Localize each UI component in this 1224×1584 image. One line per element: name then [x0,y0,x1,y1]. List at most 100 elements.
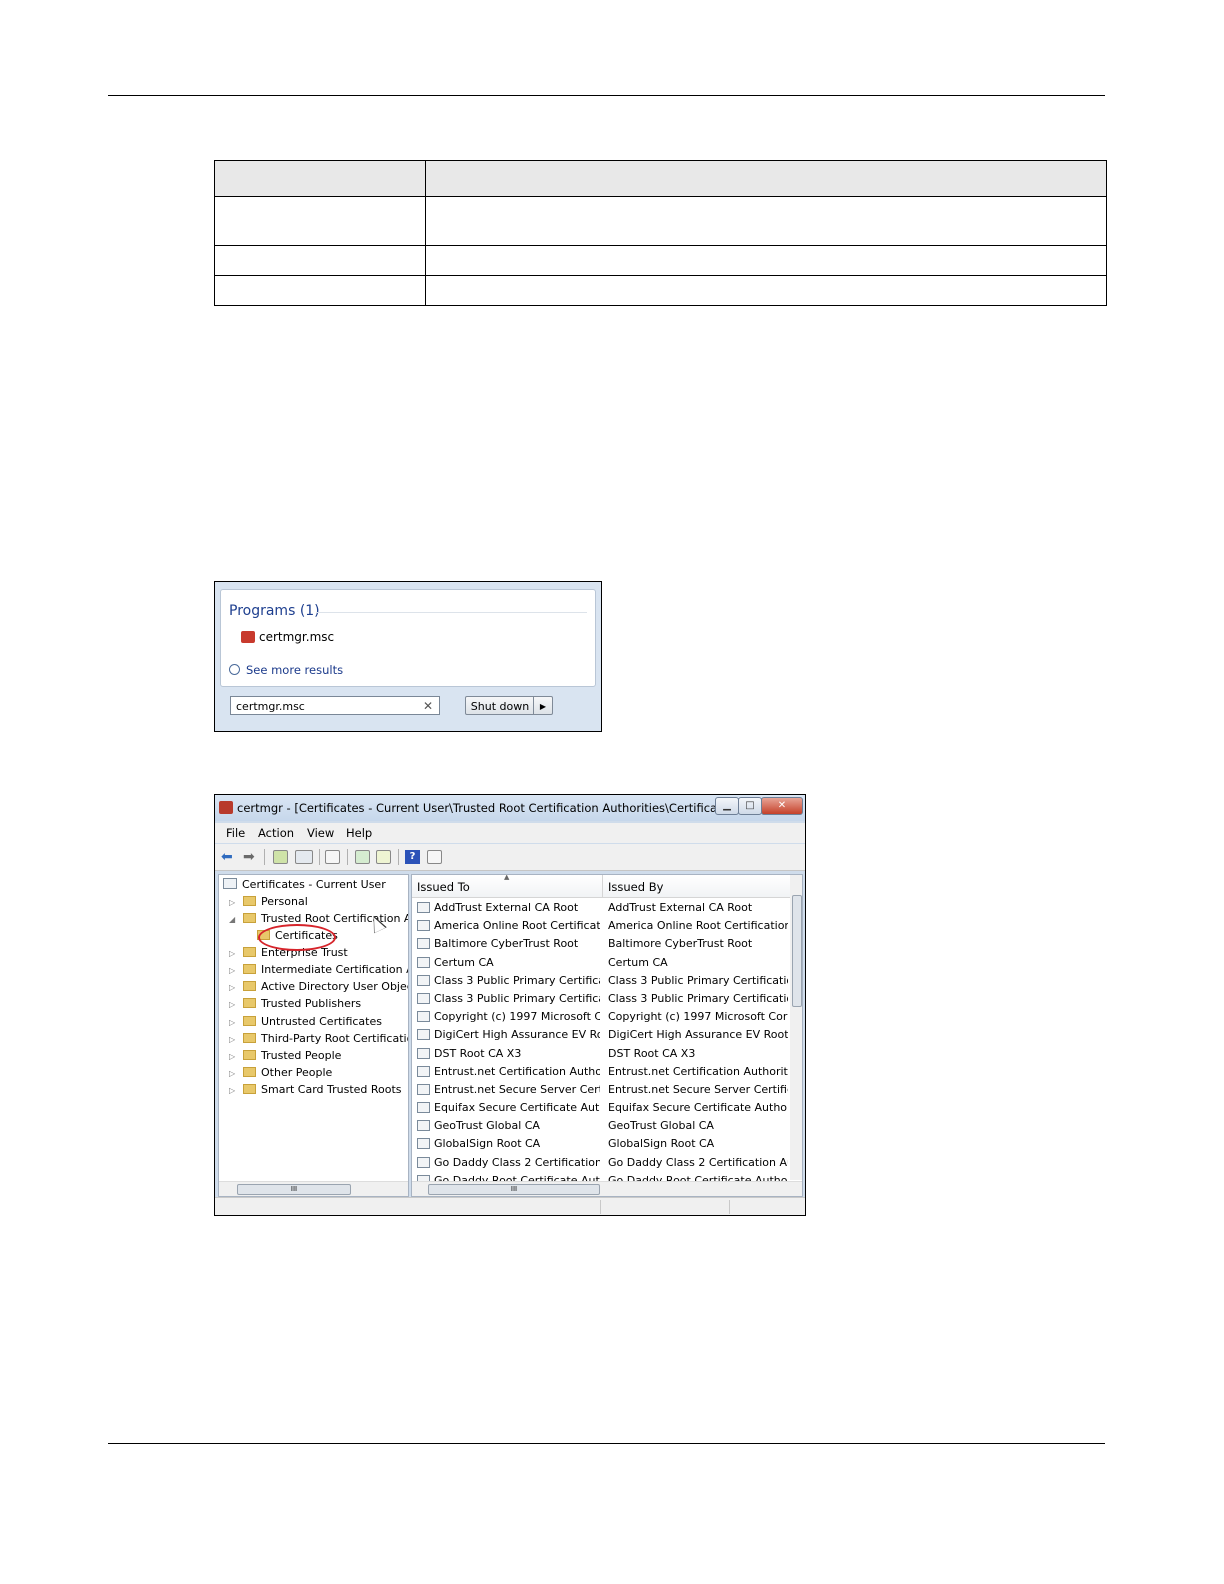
expand-arrow-icon[interactable]: ▷ [229,966,239,975]
expand-arrow-icon[interactable]: ▷ [229,1069,239,1078]
menu-action[interactable]: Action [258,826,294,840]
issued-by-cell: Class 3 Public Primary Certificatio... [608,973,788,987]
column-issued-to[interactable]: Issued To [417,880,470,894]
status-bar [215,1197,805,1215]
tree-node-other-people[interactable]: ▷ Other People [229,1066,332,1079]
clear-icon[interactable]: ✕ [423,697,433,716]
forward-arrow-icon[interactable]: ➡ [243,850,258,864]
expand-arrow-icon[interactable]: ▷ [229,898,239,907]
table-cell [425,245,1107,276]
properties-icon[interactable] [427,850,442,864]
highlight-circle [258,924,336,951]
menu-file[interactable]: File [226,826,245,840]
list-horizontal-scrollbar[interactable]: III [412,1181,802,1196]
certmgr-icon [241,631,255,643]
folder-icon [243,913,256,923]
certificate-icon [417,938,430,950]
issued-to-cell: GlobalSign Root CA [434,1137,541,1151]
tree-horizontal-scrollbar[interactable]: III [219,1181,408,1196]
column-issued-by[interactable]: Issued By [608,880,663,894]
list-item[interactable]: Entrust.net Certification Author... Entru… [412,1063,790,1081]
list-item[interactable]: AddTrust External CA Root AddTrust Extern… [412,899,790,917]
tree-node-label: Other People [261,1066,333,1079]
table-cell [214,275,426,306]
show-hide-tree-icon[interactable] [295,850,313,864]
certificate-icon [417,1120,430,1132]
list-item[interactable]: GlobalSign Root CA GlobalSign Root CA [412,1135,790,1153]
chevron-right-icon[interactable]: ▶ [533,697,552,714]
certificate-icon [417,1029,430,1041]
list-item[interactable]: Equifax Secure Certificate Auth... Equifa… [412,1099,790,1117]
scroll-thumb[interactable]: III [237,1184,351,1195]
issued-by-cell: Certum CA [608,955,668,969]
list-item[interactable]: Certum CA Certum CA [412,954,790,972]
shut-down-button[interactable]: Shut down ▶ [465,696,553,715]
list-item[interactable]: Class 3 Public Primary Certificat... Clas… [412,990,790,1008]
issued-to-cell: AddTrust External CA Root [434,901,579,914]
expand-arrow-icon[interactable]: ▷ [229,1018,239,1027]
tree-root[interactable]: Certificates - Current User [223,878,386,891]
list-item[interactable]: Entrust.net Secure Server Certifi... Entr… [412,1081,790,1099]
program-result-label: certmgr.msc [259,630,335,644]
expand-arrow-icon[interactable]: ▷ [229,1052,239,1061]
tree-node-trusted-publishers[interactable]: ▷ Trusted Publishers [229,997,361,1010]
toolbar-separator [319,849,320,865]
table-cell [214,196,426,246]
list-item[interactable]: Copyright (c) 1997 Microsoft C... Copyrig… [412,1008,790,1026]
help-icon[interactable]: ? [405,850,420,864]
list-item[interactable]: DigiCert High Assurance EV Ro... DigiCert… [412,1026,790,1044]
tree-node-third-party[interactable]: ▷ Third-Party Root Certificatior [229,1032,408,1045]
tree-node-untrusted[interactable]: ▷ Untrusted Certificates [229,1015,382,1028]
expand-arrow-icon[interactable]: ▷ [229,949,239,958]
folder-icon [243,896,256,906]
see-more-results-link[interactable]: See more results [229,663,343,677]
expand-arrow-icon[interactable]: ▷ [229,983,239,992]
refresh-icon[interactable] [355,850,370,864]
menu-view[interactable]: View [307,826,334,840]
title-bar[interactable]: certmgr - [Certificates - Current User\T… [215,795,805,821]
search-icon [229,664,240,675]
column-divider[interactable] [602,875,603,897]
scroll-thumb[interactable]: III [428,1184,600,1195]
back-arrow-icon[interactable]: ⬅ [221,850,236,864]
status-divider [600,1200,601,1214]
issued-by-cell: AddTrust External CA Root [608,901,753,914]
issued-by-cell: GeoTrust Global CA [608,1119,714,1133]
issued-by-cell: Baltimore CyberTrust Root [608,937,753,951]
program-result[interactable]: certmgr.msc [241,630,334,644]
tree-node-smart-card[interactable]: ▷ Smart Card Trusted Roots [229,1083,402,1096]
folder-icon [243,998,256,1008]
list-vertical-scrollbar[interactable] [790,875,802,1180]
clipboard-icon[interactable] [325,850,340,864]
maximize-button[interactable]: □ [738,797,762,815]
certmgr-app-icon [219,801,233,814]
toolbar: ⬅ ➡ ? [215,844,805,871]
menu-help[interactable]: Help [346,826,372,840]
expand-arrow-icon[interactable]: ▷ [229,1000,239,1009]
folder-icon [243,1016,256,1026]
up-folder-icon[interactable] [273,850,288,864]
start-menu-screenshot: Programs (1) certmgr.msc See more result… [214,581,602,732]
export-list-icon[interactable] [376,850,391,864]
scroll-thumb[interactable] [792,895,802,1007]
list-item[interactable]: GeoTrust Global CA GeoTrust Global CA [412,1117,790,1135]
see-more-label: See more results [246,663,344,677]
start-search-input[interactable]: certmgr.msc ✕ [230,696,440,715]
minimize-button[interactable]: ▁ [715,797,739,815]
list-item[interactable]: Class 3 Public Primary Certificat... Clas… [412,972,790,990]
list-item[interactable]: Go Daddy Class 2 Certification ... Go Dad… [412,1154,790,1172]
issued-to-cell: DST Root CA X3 [434,1046,522,1060]
list-item[interactable]: DST Root CA X3 DST Root CA X3 [412,1045,790,1063]
expand-arrow-icon[interactable]: ▷ [229,1086,239,1095]
close-button[interactable]: ✕ [761,797,803,815]
tree-node-personal[interactable]: ▷ Personal [229,895,308,908]
collapse-arrow-icon[interactable]: ◢ [229,915,239,924]
tree-node-active-directory[interactable]: ▷ Active Directory User Object [229,980,408,993]
list-item[interactable]: America Online Root Certificati... Americ… [412,917,790,935]
certificate-icon [417,1138,430,1150]
expand-arrow-icon[interactable]: ▷ [229,1035,239,1044]
tree-pane: Certificates - Current User ▷ Personal ◢ T… [218,874,409,1197]
list-item[interactable]: Baltimore CyberTrust Root Baltimore Cyber… [412,935,790,953]
tree-node-intermediate[interactable]: ▷ Intermediate Certification Au [229,963,408,976]
tree-node-trusted-people[interactable]: ▷ Trusted People [229,1049,341,1062]
